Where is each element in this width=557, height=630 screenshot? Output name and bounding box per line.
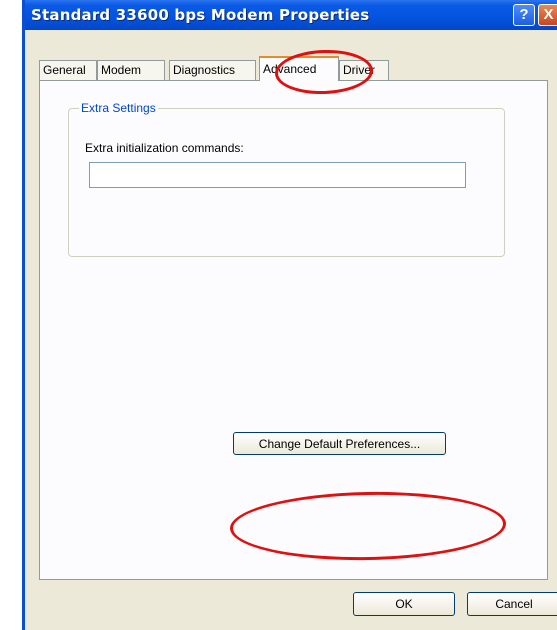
ok-button[interactable]: OK bbox=[353, 592, 455, 616]
cancel-button[interactable]: Cancel bbox=[467, 592, 557, 616]
tab-driver[interactable]: Driver bbox=[339, 60, 389, 80]
group-title: Extra Settings bbox=[79, 101, 158, 115]
window-title: Standard 33600 bps Modem Properties bbox=[31, 6, 370, 24]
help-icon[interactable]: ? bbox=[513, 4, 535, 26]
tab-advanced[interactable]: Advanced bbox=[259, 56, 339, 81]
tab-modem[interactable]: Modem bbox=[97, 60, 165, 80]
modem-properties-dialog: Standard 33600 bps Modem Properties ? X … bbox=[22, 0, 557, 630]
close-icon[interactable]: X bbox=[538, 4, 557, 26]
tab-diagnostics[interactable]: Diagnostics bbox=[169, 60, 256, 80]
tab-general[interactable]: General bbox=[39, 60, 97, 80]
title-bar[interactable]: Standard 33600 bps Modem Properties ? X bbox=[25, 0, 557, 30]
extra-settings-group: Extra Settings Extra initialization comm… bbox=[68, 101, 505, 257]
tab-panel-advanced: Extra Settings Extra initialization comm… bbox=[39, 80, 548, 580]
extra-init-commands-label: Extra initialization commands: bbox=[85, 141, 244, 155]
extra-init-commands-input[interactable] bbox=[89, 162, 466, 188]
change-default-preferences-button[interactable]: Change Default Preferences... bbox=[233, 432, 446, 455]
